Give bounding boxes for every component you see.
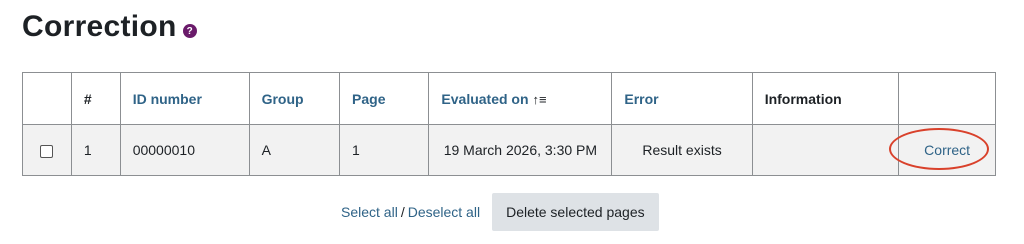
select-all-link[interactable]: Select all [341,204,398,220]
row-action-cell: Correct [898,124,996,176]
column-header-number: # [70,72,121,125]
page-header: Correction ? [22,10,197,44]
column-header-group[interactable]: Group [248,72,341,125]
row-checkbox[interactable] [40,144,54,158]
column-header-id-number[interactable]: ID number [119,72,250,125]
column-header-information: Information [751,72,900,125]
column-header-error[interactable]: Error [611,72,753,125]
column-header-select [22,72,72,125]
sort-ascending-icon[interactable]: ↑≡ [533,92,547,107]
row-error: Result exists [611,124,753,176]
table-header-row: # ID number Group Page Evaluated on ↑≡ Er… [22,72,996,125]
column-header-actions [898,72,996,125]
row-index: 1 [70,124,121,176]
row-information [751,124,900,176]
deselect-all-link[interactable]: Deselect all [408,204,480,220]
row-group: A [248,124,341,176]
question-circle-icon[interactable]: ? [182,24,197,38]
delete-selected-pages-button[interactable]: Delete selected pages [492,193,659,231]
column-header-evaluated-on[interactable]: Evaluated on ↑≡ [428,72,613,125]
bulk-actions: Select all / Deselect all Delete selecte… [341,193,659,231]
row-evaluated-on: 19 March 2026, 3:30 PM [428,124,613,176]
correction-table: # ID number Group Page Evaluated on ↑≡ Er… [22,72,996,176]
correct-link[interactable]: Correct [924,142,970,158]
row-page: 1 [339,124,430,176]
row-select-cell [22,124,72,176]
row-id-number: 00000010 [119,124,250,176]
column-header-evaluated-on-label[interactable]: Evaluated on [441,91,528,107]
column-header-page[interactable]: Page [339,72,430,125]
table-row: 1 00000010 A 1 19 March 2026, 3:30 PM Re… [22,124,996,176]
page-title: Correction [22,10,177,43]
select-separator: / [400,204,405,220]
